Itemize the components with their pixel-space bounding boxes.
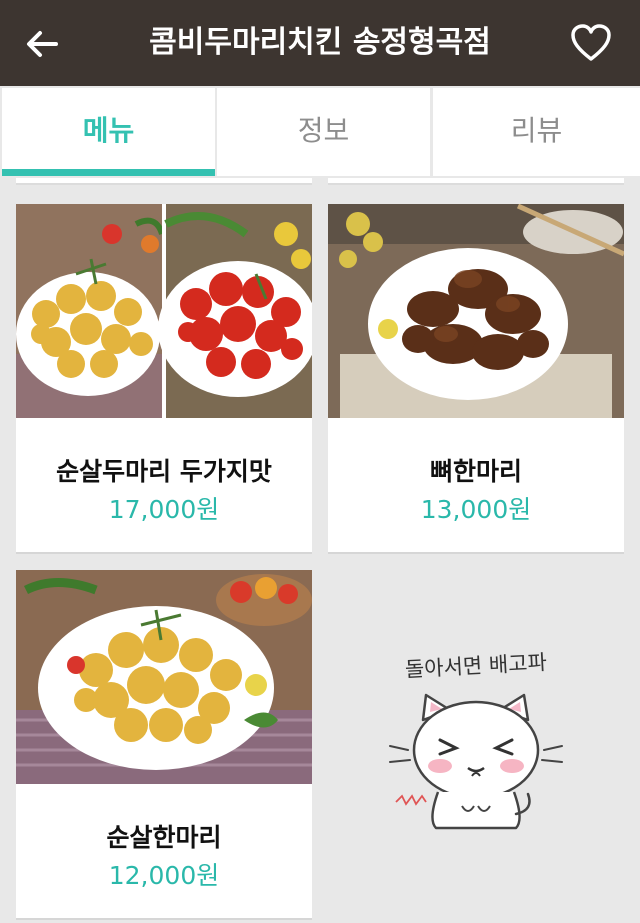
cat-cartoon-illustration: 돌아서면 배고파 xyxy=(389,650,563,830)
menu-item-card[interactable]: 순살한마리 12,000원 xyxy=(16,570,312,920)
menu-item-photo xyxy=(16,204,312,418)
menu-item-name: 뼈한마리 xyxy=(429,457,522,486)
menu-item-name: 순살두마리 두가지맛 xyxy=(56,457,272,486)
mascot-sticker: 돌아서면 배고파 xyxy=(328,570,624,920)
tab-reviews[interactable]: 리뷰 xyxy=(433,88,640,176)
tab-menu-label: 메뉴 xyxy=(82,114,135,147)
heart-outline-icon[interactable] xyxy=(570,23,612,63)
tab-info[interactable]: 정보 xyxy=(217,88,430,176)
menu-item-photo xyxy=(16,570,312,784)
app-header: 콤비두마리치킨 송정형곡점 xyxy=(0,0,640,86)
page-title: 콤비두마리치킨 송정형곡점 xyxy=(149,25,491,60)
tab-bar: 메뉴 정보 리뷰 xyxy=(0,86,640,178)
menu-item-card[interactable]: 뼈한마리 13,000원 xyxy=(328,204,624,554)
arrow-left-icon[interactable] xyxy=(22,24,62,64)
menu-item-price: 13,000원 xyxy=(420,495,532,524)
previous-card-edge xyxy=(16,178,312,185)
menu-item-price: 12,000원 xyxy=(108,861,220,890)
tab-menu[interactable]: 메뉴 xyxy=(2,88,215,176)
menu-item-name: 순살한마리 xyxy=(106,823,222,852)
mascot-caption: 돌아서면 배고파 xyxy=(404,650,547,681)
active-tab-indicator xyxy=(2,169,215,176)
previous-card-edge xyxy=(328,178,624,185)
tab-info-label: 정보 xyxy=(297,114,350,147)
menu-item-photo xyxy=(328,204,624,418)
menu-item-price: 17,000원 xyxy=(108,495,220,524)
tab-reviews-label: 리뷰 xyxy=(510,114,563,147)
menu-item-card[interactable]: 순살두마리 두가지맛 17,000원 xyxy=(16,204,312,554)
